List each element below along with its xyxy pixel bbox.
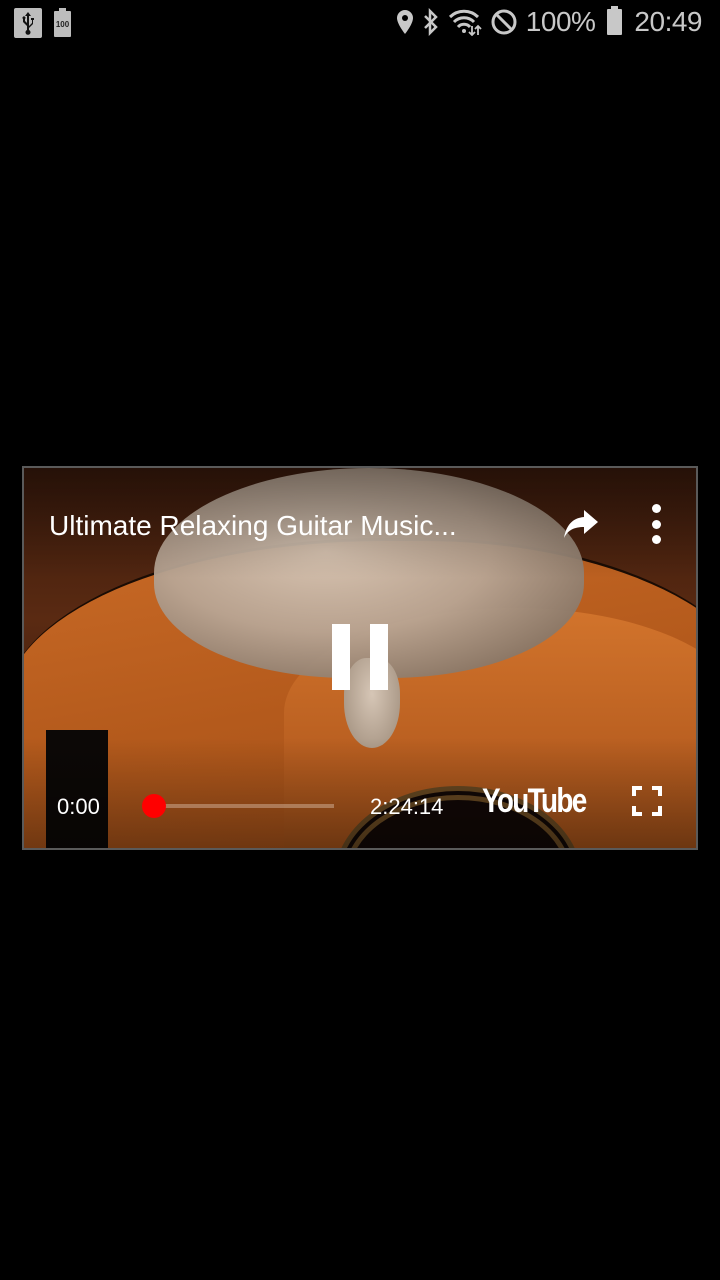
- video-player[interactable]: Ultimate Relaxing Guitar Music... 0:00 2…: [22, 466, 698, 850]
- do-not-disturb-icon: [491, 9, 517, 35]
- current-time: 0:00: [57, 794, 100, 819]
- video-title: Ultimate Relaxing Guitar Music...: [49, 510, 457, 541]
- wifi-icon: [448, 9, 482, 36]
- location-icon: [396, 10, 413, 34]
- share-icon: [564, 510, 598, 538]
- battery-icon: [607, 6, 623, 35]
- clock: 20:49: [634, 6, 702, 37]
- pause-icon: [332, 624, 350, 690]
- battery-percent: 100%: [525, 6, 596, 37]
- share-button[interactable]: [562, 506, 602, 542]
- pause-button[interactable]: [330, 624, 390, 694]
- more-options-button[interactable]: [642, 504, 670, 544]
- battery-100-icon: 100: [54, 8, 71, 37]
- usb-icon: [14, 8, 42, 38]
- fullscreen-button[interactable]: [632, 786, 662, 816]
- fullscreen-icon: [632, 786, 662, 816]
- status-bar: 100 100% 20:49: [0, 0, 720, 48]
- seek-bar[interactable]: [142, 794, 334, 818]
- more-vert-icon: [651, 504, 661, 513]
- seek-thumb[interactable]: [142, 794, 166, 818]
- youtube-logo[interactable]: YouTube: [482, 782, 587, 821]
- bluetooth-icon: [423, 8, 438, 36]
- total-time: 2:24:14: [370, 794, 444, 819]
